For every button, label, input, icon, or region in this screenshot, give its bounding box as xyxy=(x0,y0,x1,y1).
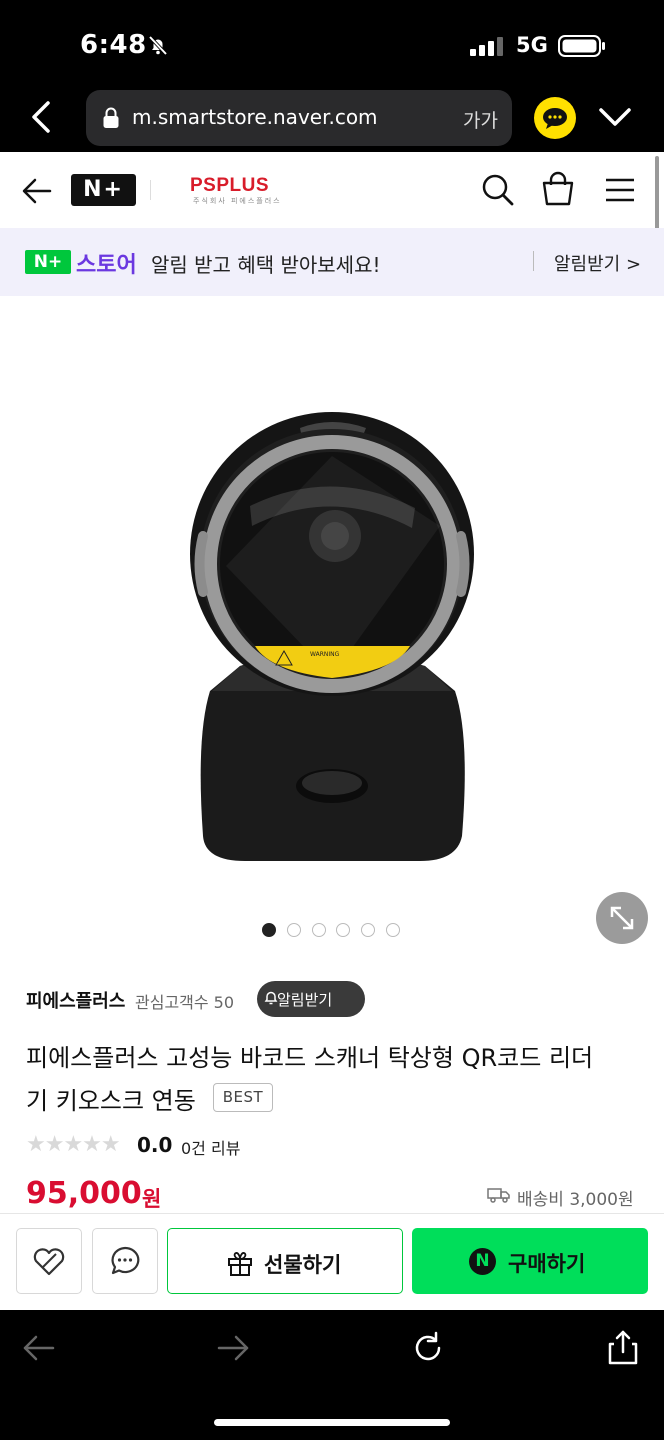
fans-count: 관심고객수 50 xyxy=(135,993,235,1012)
signal-icon xyxy=(470,36,504,60)
carousel-dot[interactable] xyxy=(312,923,326,937)
nplus-badge: N+ xyxy=(25,250,71,274)
hamburger-menu-icon[interactable] xyxy=(604,177,636,207)
price-currency: 원 xyxy=(142,1187,162,1211)
text-size-button[interactable]: 가가 xyxy=(463,106,498,133)
review-count-link[interactable]: 0건 리뷰 xyxy=(181,1135,240,1159)
shipping-fee: 배송비 3,000원 xyxy=(517,1190,634,1210)
talk-chat-button[interactable] xyxy=(92,1228,158,1294)
kakaotalk-icon[interactable] xyxy=(533,96,577,144)
gift-icon xyxy=(226,1249,254,1281)
delivery-truck-icon xyxy=(487,1186,511,1208)
buy-button-label: 구매하기 xyxy=(508,1252,586,1276)
subscribe-alert-button[interactable]: 알림받기 xyxy=(257,981,365,1017)
rating-stars: ★★★★★ xyxy=(26,1132,121,1157)
carousel-dot[interactable] xyxy=(287,923,301,937)
rating-value: 0.0 xyxy=(137,1133,173,1157)
back-arrow-icon[interactable] xyxy=(22,177,52,209)
header-divider xyxy=(150,180,151,200)
nplus-logo[interactable]: N+ xyxy=(71,174,136,206)
lock-icon xyxy=(102,107,120,133)
browser-back-icon[interactable] xyxy=(28,100,54,138)
brand-logo[interactable]: PSPLUS xyxy=(190,175,269,197)
expand-image-button[interactable] xyxy=(596,892,648,944)
npay-icon: N xyxy=(469,1248,496,1275)
chevron-down-icon[interactable] xyxy=(598,105,632,133)
product-title-line2: 기 키오스크 연동 xyxy=(26,1087,196,1115)
price: 95,000 xyxy=(26,1176,142,1211)
muted-bell-icon xyxy=(146,33,170,61)
status-time: 6:48 xyxy=(80,30,147,60)
refresh-icon[interactable] xyxy=(411,1331,445,1369)
carousel-dot[interactable] xyxy=(336,923,350,937)
buy-button[interactable]: N 구매하기 xyxy=(412,1228,648,1294)
bell-plus-icon xyxy=(264,990,278,1010)
home-indicator[interactable] xyxy=(214,1419,450,1426)
product-image[interactable]: WARNING xyxy=(0,296,664,936)
nav-forward-arrow-icon[interactable] xyxy=(216,1333,250,1367)
url-text[interactable]: m.smartstore.naver.com xyxy=(132,105,378,129)
chat-bubble-icon xyxy=(111,1246,140,1275)
search-icon[interactable] xyxy=(481,173,515,211)
gift-button-label: 선물하기 xyxy=(264,1253,342,1277)
store-label: 스토어 xyxy=(76,253,137,278)
carousel-dot[interactable] xyxy=(262,923,276,937)
notice-subscribe-link[interactable]: 알림받기 > xyxy=(554,250,641,276)
battery-icon xyxy=(558,35,606,61)
carousel-dot[interactable] xyxy=(361,923,375,937)
carousel-dot[interactable] xyxy=(386,923,400,937)
best-badge: BEST xyxy=(213,1083,273,1112)
store-name[interactable]: 피에스플러스 xyxy=(26,987,125,1013)
product-title-line1: 피에스플러스 고성능 바코드 스캐너 탁상형 QR코드 리더 xyxy=(26,1044,594,1072)
heart-icon xyxy=(33,1248,65,1276)
notice-message: 알림 받고 혜택 받아보세요! xyxy=(151,253,381,277)
network-type: 5G xyxy=(516,33,548,57)
brand-subtitle: 주식회사 피에스플러스 xyxy=(193,197,282,205)
nav-back-arrow-icon[interactable] xyxy=(22,1333,56,1367)
warning-label: WARNING xyxy=(310,651,340,658)
gift-button[interactable]: 선물하기 xyxy=(167,1228,403,1294)
cart-icon[interactable] xyxy=(541,171,575,211)
wishlist-button[interactable] xyxy=(16,1228,82,1294)
share-icon[interactable] xyxy=(606,1330,640,1370)
alert-button-label: 알림받기 xyxy=(277,991,333,1009)
notice-divider xyxy=(533,251,534,271)
